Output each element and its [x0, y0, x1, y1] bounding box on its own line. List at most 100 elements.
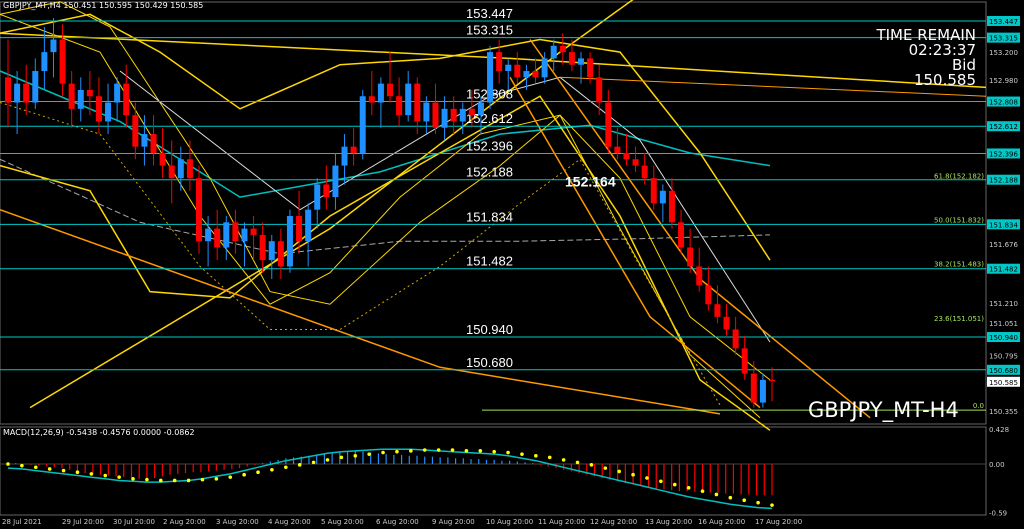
macd-signal-dot	[33, 465, 38, 470]
candle-body	[514, 64, 521, 78]
macd-signal-dot	[200, 477, 205, 482]
macd-signal-dot	[159, 478, 163, 483]
price-level-label: 153.447	[466, 6, 513, 21]
candle-body	[250, 228, 257, 235]
candle-body	[659, 190, 666, 204]
macd-signal-dot	[117, 475, 121, 479]
candle-body	[150, 134, 157, 153]
macd-label: MACD(12,26,9) -0.5438 -0.4576 0.0000 -0.…	[3, 428, 195, 437]
macd-signal-dot	[422, 448, 427, 452]
price-level-label: 152.396	[466, 138, 513, 153]
candle-body	[705, 285, 712, 305]
price-axis: 153.447 153.315 153.200 152.980 152.808 152.6…	[987, 15, 1020, 416]
candle-body	[432, 102, 439, 128]
fib-level-label: 0.0	[973, 402, 984, 410]
time-remain-box: TIME REMAIN 02:23:37 Bid 150.585	[876, 28, 976, 88]
candle-body	[105, 102, 112, 122]
macd-signal-dot	[770, 503, 774, 507]
candle-body	[286, 216, 293, 267]
candle-body	[632, 159, 639, 166]
candle-body	[759, 379, 766, 403]
macd-signal-dot	[547, 455, 552, 460]
macd-signal-dot	[714, 492, 719, 497]
time-tick-label: 29 Jul 20:00	[62, 518, 104, 526]
candle-body	[487, 52, 494, 103]
macd-panel: 0.428 0.00 -0.59	[6, 426, 1009, 518]
macd-signal-dot	[742, 498, 747, 502]
candle-body	[650, 178, 657, 204]
candle-body	[496, 52, 503, 72]
candle-body	[214, 228, 221, 248]
price-tick-label: 153.447	[989, 18, 1018, 26]
candle-body	[159, 152, 166, 166]
fib-level-label: 61.8(152.182)	[934, 172, 984, 180]
macd-signal-dot	[631, 472, 635, 477]
candle-body	[559, 45, 566, 53]
macd-signal-dot	[172, 478, 177, 483]
time-axis: 28 Jul 2021 29 Jul 20:00 30 Jul 20:00 2 Aug…	[2, 518, 802, 526]
macd-signal-dot	[61, 468, 66, 473]
candle-body	[95, 96, 102, 122]
candle-body	[268, 241, 275, 261]
macd-signal-dot	[464, 449, 469, 453]
price-tick-label: 151.482	[989, 266, 1018, 274]
time-tick-label: 10 Aug 20:00	[486, 518, 533, 526]
fib-level-label: 23.6(151.051)	[934, 315, 984, 323]
macd-main-line	[7, 448, 773, 510]
candle-body	[377, 83, 384, 103]
macd-signal-dot	[395, 449, 399, 454]
time-tick-label: 4 Aug 20:00	[268, 518, 311, 526]
macd-signal-dot	[145, 477, 149, 482]
price-level-label: 152.188	[466, 165, 513, 180]
orange-channel-lower	[509, 76, 761, 409]
macd-signal-dot	[686, 486, 691, 490]
candle-body	[532, 71, 539, 78]
candle-body	[505, 64, 512, 72]
candle-body	[59, 39, 66, 84]
candle-body	[177, 159, 184, 179]
macd-signal-dot	[103, 473, 108, 478]
candle-body	[32, 71, 39, 103]
candle-body	[578, 58, 584, 65]
macd-signal-dot	[256, 470, 260, 475]
price-tick-label: 152.980	[989, 77, 1018, 85]
price-tick-label: 151.834	[989, 221, 1018, 229]
time-tick-label: 2 Aug 20:00	[163, 518, 206, 526]
candle-body	[678, 222, 685, 248]
macd-tick-label: -0.59	[989, 510, 1007, 518]
fib-level-label: 50.0(151.832)	[934, 217, 984, 225]
candle-body	[568, 52, 575, 65]
price-tick-label: 152.188	[989, 177, 1018, 185]
candle-body	[387, 83, 393, 97]
macd-signal-dot	[700, 489, 705, 493]
macd-tick-label: 0.428	[989, 426, 1009, 434]
macd-signal-dot	[478, 449, 483, 453]
candle-body	[332, 165, 339, 198]
candle-body	[14, 83, 21, 103]
macd-signal-dot	[756, 500, 760, 505]
highlight-price-label: 152.164	[565, 174, 616, 190]
macd-signal-dot	[645, 476, 649, 480]
candle-body	[696, 266, 703, 286]
candle-body	[605, 102, 612, 147]
macd-signal-dot	[450, 448, 455, 452]
price-tick-label: 150.585	[989, 379, 1018, 387]
macd-signal-dot	[353, 453, 358, 458]
candle-body	[723, 316, 730, 330]
macd-signal-dot	[75, 470, 80, 475]
macd-signal-dot	[381, 450, 385, 455]
candle-body	[68, 83, 75, 109]
price-tick-label: 152.612	[989, 123, 1018, 131]
macd-signal-dot	[534, 453, 538, 458]
candle-body	[296, 216, 303, 242]
candle-body	[196, 178, 202, 242]
candle-body	[750, 373, 757, 403]
time-tick-label: 16 Aug 20:00	[698, 518, 745, 526]
time-tick-label: 3 Aug 20:00	[216, 518, 259, 526]
candle-body	[623, 152, 630, 160]
price-level-label: 150.940	[466, 322, 513, 337]
candle-body	[423, 102, 430, 122]
time-tick-label: 9 Aug 20:00	[432, 518, 475, 526]
macd-signal-dot	[311, 460, 316, 465]
candle-body	[350, 146, 357, 153]
